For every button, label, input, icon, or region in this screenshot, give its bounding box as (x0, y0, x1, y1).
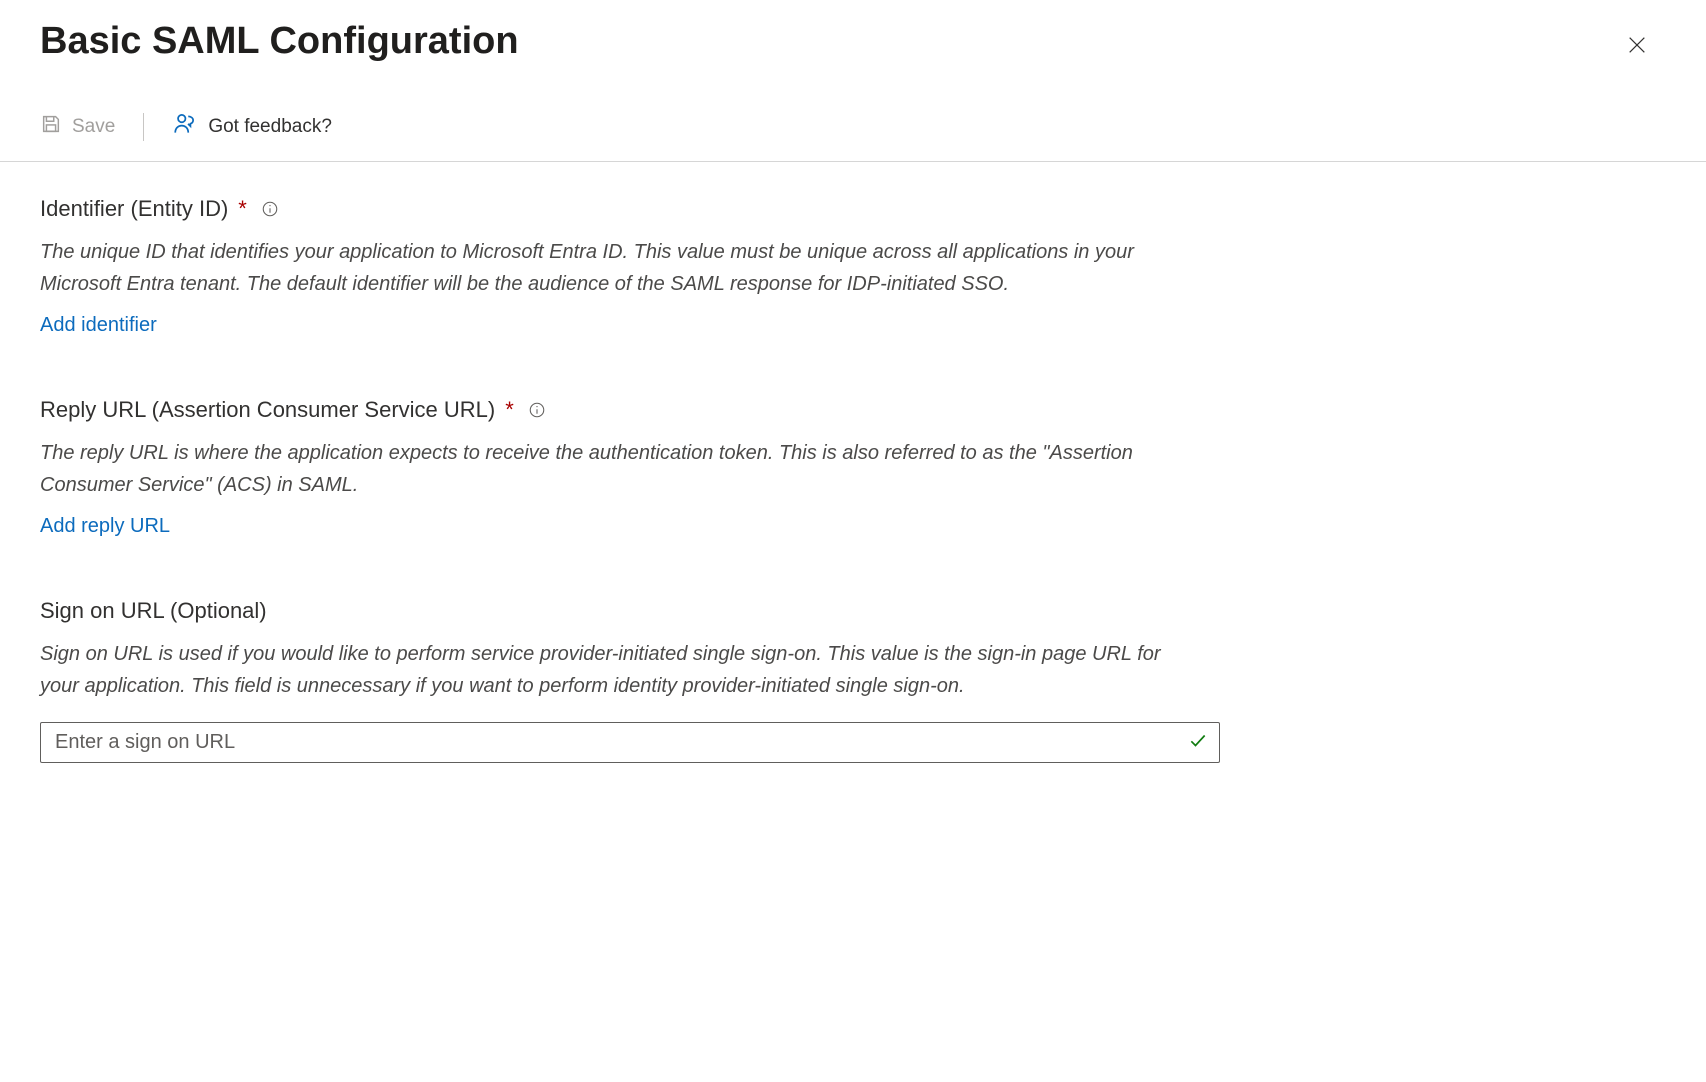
close-button[interactable] (1618, 26, 1656, 67)
close-icon (1626, 44, 1648, 59)
sign-on-url-description: Sign on URL is used if you would like to… (40, 638, 1190, 702)
toolbar: Save Got feedback? (0, 67, 1706, 162)
reply-url-section: Reply URL (Assertion Consumer Service UR… (40, 397, 1666, 538)
checkmark-icon (1188, 730, 1208, 755)
info-icon[interactable] (261, 200, 279, 218)
identifier-section: Identifier (Entity ID) * The unique ID t… (40, 196, 1666, 337)
reply-url-heading-text: Reply URL (Assertion Consumer Service UR… (40, 397, 495, 423)
sign-on-url-input-wrapper (40, 722, 1220, 763)
sign-on-url-input[interactable] (40, 722, 1220, 763)
sign-on-url-heading-text: Sign on URL (Optional) (40, 598, 267, 624)
feedback-button[interactable]: Got feedback? (172, 107, 332, 147)
identifier-heading: Identifier (Entity ID) * (40, 196, 1666, 222)
reply-url-description: The reply URL is where the application e… (40, 437, 1190, 501)
feedback-icon (172, 111, 198, 143)
header: Basic SAML Configuration (0, 0, 1706, 67)
save-button[interactable]: Save (40, 109, 115, 145)
sign-on-url-section: Sign on URL (Optional) Sign on URL is us… (40, 598, 1666, 763)
page-title: Basic SAML Configuration (40, 20, 519, 63)
identifier-description: The unique ID that identifies your appli… (40, 236, 1190, 300)
reply-url-heading: Reply URL (Assertion Consumer Service UR… (40, 397, 1666, 423)
save-icon (40, 113, 62, 141)
sign-on-url-heading: Sign on URL (Optional) (40, 598, 1666, 624)
required-indicator: * (505, 397, 514, 423)
identifier-heading-text: Identifier (Entity ID) (40, 196, 228, 222)
save-button-label: Save (72, 116, 115, 138)
info-icon[interactable] (528, 401, 546, 419)
feedback-button-label: Got feedback? (208, 116, 332, 138)
content: Identifier (Entity ID) * The unique ID t… (0, 162, 1706, 763)
toolbar-divider (143, 113, 144, 141)
add-identifier-link[interactable]: Add identifier (40, 314, 157, 337)
required-indicator: * (238, 196, 247, 222)
add-reply-url-link[interactable]: Add reply URL (40, 515, 170, 538)
